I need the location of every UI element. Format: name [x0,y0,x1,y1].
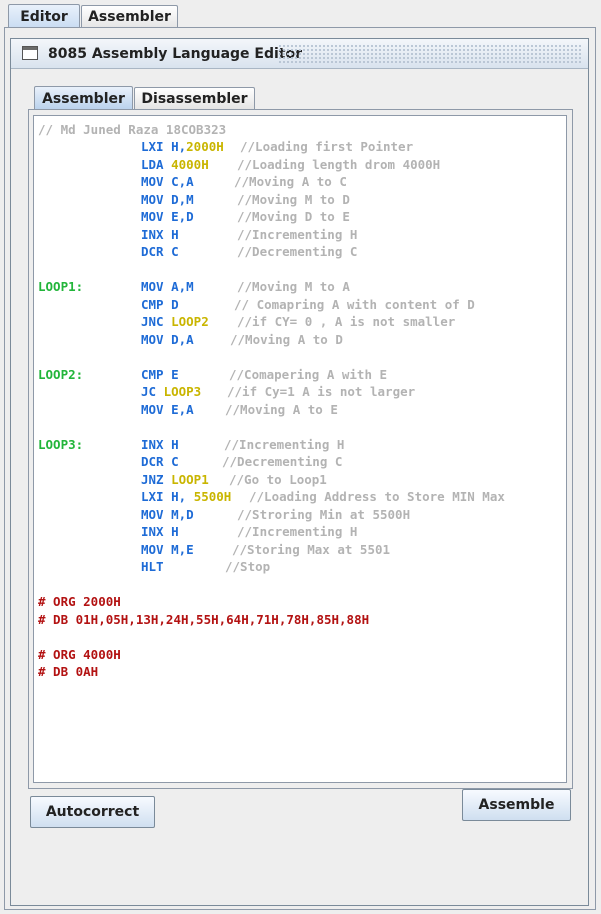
tab-assembler[interactable]: Assembler [81,5,178,27]
instruction: JNZ [141,472,172,487]
autocorrect-button[interactable]: Autocorrect [30,796,155,828]
code-comment: //Comapering A with E [229,367,388,382]
code-comment: //Moving M to D [237,192,350,207]
code-comment: //Loading length drom 4000H [237,157,441,172]
code-label: LOOP1: [38,279,84,294]
code-line: MOV M,E [141,541,194,559]
code-line: INX H [141,226,179,244]
directive-line: # ORG 4000H [38,647,121,662]
code-label: LOOP3: [38,437,84,452]
code-line: INX H [141,436,179,454]
code-line: MOV M,D [141,506,194,524]
instruction: MOV D,A [141,332,194,347]
code-line: JNC LOOP2 [141,313,209,331]
code-label: LOOP2: [38,367,84,382]
autocorrect-label: Autocorrect [45,804,140,820]
code-comment: //Storing Max at 5501 [232,542,391,557]
code-line: MOV D,M [141,191,194,209]
code-line: MOV E,D [141,208,194,226]
code-line: DCR C [141,243,179,261]
operand-value: LOOP1 [171,472,209,487]
code-comment: //Stroring Min at 5500H [237,507,411,522]
instruction: LXI H, [141,489,194,504]
code-comment: //Loading Address to Store MIN Max [249,489,505,504]
code-comment: //Moving D to E [237,209,350,224]
instruction: HLT [141,559,164,574]
tab-disassembler-label: Disassembler [141,90,248,107]
code-comment: //Moving A to D [230,332,343,347]
code-comment: // Comapring A with content of D [234,297,475,312]
code-line: MOV C,A [141,173,194,191]
code-comment: //Stop [225,559,271,574]
tab-disassembler[interactable]: Disassembler [134,87,255,109]
instruction: JC [141,384,164,399]
instruction: CMP D [141,297,179,312]
code-line: CMP D [141,296,179,314]
code-comment: //Decrementing C [222,454,343,469]
code-comment: //Moving A to E [225,402,338,417]
code-line: DCR C [141,453,179,471]
code-line: MOV E,A [141,401,194,419]
directive-line: # DB 01H,05H,13H,24H,55H,64H,71H,78H,85H… [38,612,370,627]
code-comment: //Go to Loop1 [229,472,327,487]
instruction: MOV A,M [141,279,194,294]
code-line: JC LOOP3 [141,383,201,401]
tab-editor-label: Editor [20,8,68,25]
code-line: LDA 4000H [141,156,209,174]
assemble-label: Assemble [478,797,555,813]
operand-value: 2000H [186,139,224,154]
code-comment: //Incrementing H [237,227,358,242]
instruction: INX H [141,524,179,539]
instruction: LXI H, [141,139,187,154]
instruction: JNC [141,314,172,329]
directive-line: # ORG 2000H [38,594,121,609]
code-line: HLT [141,558,164,576]
operand-value: 5500H [193,489,232,504]
code-comment: //Loading first Pointer [240,139,414,154]
header-comment: // Md Juned Raza 18COB323 [38,122,227,137]
window-icon [22,46,38,60]
tab-editor[interactable]: Editor [8,4,80,28]
instruction: MOV E,A [141,402,194,417]
code-comment: //Decrementing C [237,244,358,259]
instruction: DCR C [141,454,179,469]
assemble-button[interactable]: Assemble [462,789,571,821]
instruction: MOV M,D [141,507,194,522]
directive-line: # DB 0AH [38,664,99,679]
code-line: LXI H, 5500H [141,488,231,506]
instruction: MOV E,D [141,209,194,224]
instruction: CMP E [141,367,179,382]
tab-assembler-label: Assembler [88,8,171,25]
instruction: MOV C,A [141,174,194,189]
code-comment: //Moving A to C [234,174,347,189]
code-comment: //if CY= 0 , A is not smaller [237,314,456,329]
operand-value: 4000H [171,157,209,172]
window-title: 8085 Assembly Language Editor [48,46,303,62]
code-comment: //if Cy=1 A is not larger [227,384,416,399]
code-comment: //Moving M to A [237,279,350,294]
instruction: LDA [141,157,172,172]
title-bar-grip [278,44,582,64]
code-line: CMP E [141,366,179,384]
instruction: DCR C [141,244,179,259]
code-line: LXI H,2000H [141,138,224,156]
code-line: INX H [141,523,179,541]
instruction: MOV D,M [141,192,194,207]
code-line: MOV D,A [141,331,194,349]
code-line: JNZ LOOP1 [141,471,209,489]
operand-value: LOOP3 [163,384,202,399]
instruction: INX H [141,437,179,452]
tab-inner-assembler-label: Assembler [42,90,125,107]
code-comment: //Incrementing H [237,524,358,539]
tab-inner-assembler[interactable]: Assembler [34,86,133,110]
instruction: INX H [141,227,179,242]
code-line: MOV A,M [141,278,194,296]
code-comment: //Incrementing H [224,437,345,452]
operand-value: LOOP2 [171,314,209,329]
instruction: MOV M,E [141,542,194,557]
